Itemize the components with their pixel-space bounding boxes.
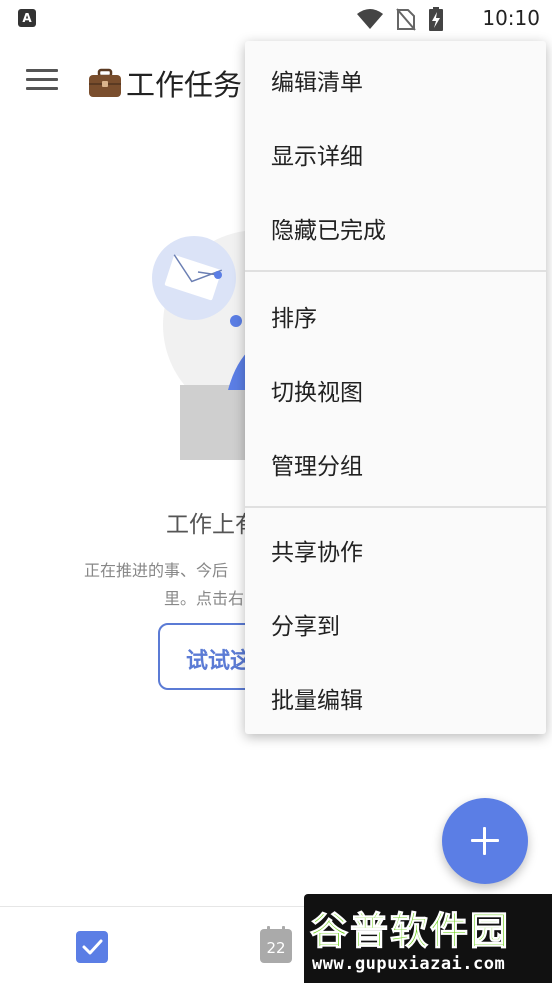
menu-divider (245, 506, 546, 508)
no-sim-icon (396, 8, 416, 31)
menu-item-show-details[interactable]: 显示详细 (245, 117, 546, 191)
watermark: 谷普软件园 www.gupuxiazai.com (304, 894, 552, 983)
menu-item-batch-edit[interactable]: 批量编辑 (245, 661, 546, 735)
menu-item-label: 显示详细 (271, 144, 363, 170)
watermark-url: www.gupuxiazai.com (312, 954, 506, 974)
menu-item-sort[interactable]: 排序 (245, 279, 546, 353)
plus-icon (471, 827, 499, 855)
app-notification-icon: A (18, 9, 36, 27)
empty-desc-line2: 里。点击右 (164, 589, 245, 608)
status-time: 10:10 (482, 6, 540, 30)
menu-item-label: 切换视图 (271, 380, 363, 406)
status-icons (356, 7, 444, 31)
menu-item-label: 隐藏已完成 (271, 218, 386, 244)
watermark-name: 谷普软件园 (309, 909, 511, 954)
menu-divider (245, 270, 546, 272)
overflow-menu: 编辑清单 显示详细 隐藏已完成 排序 切换视图 管理分组 共享协作 分享到 批量… (245, 41, 546, 734)
battery-charging-icon (429, 7, 443, 31)
menu-item-hide-completed[interactable]: 隐藏已完成 (245, 191, 546, 265)
empty-desc-line1: 正在推进的事、今后 (84, 561, 229, 580)
menu-item-label: 分享到 (271, 614, 340, 640)
menu-item-share-to[interactable]: 分享到 (245, 587, 546, 661)
menu-item-label: 管理分组 (271, 454, 363, 480)
menu-item-share-collaborate[interactable]: 共享协作 (245, 513, 546, 587)
empty-state-description: 正在推进的事、今后 里。点击右 (84, 557, 254, 613)
menu-item-label: 编辑清单 (271, 70, 363, 96)
menu-item-label: 批量编辑 (271, 688, 363, 714)
list-title: 工作任务 (88, 62, 242, 104)
try-it-label: 试试这 (186, 649, 253, 674)
wifi-icon (357, 9, 383, 29)
page-title: 工作任务 (126, 68, 243, 102)
menu-item-switch-view[interactable]: 切换视图 (245, 353, 546, 427)
checkbox-icon (82, 939, 103, 955)
menu-item-label: 共享协作 (271, 540, 363, 566)
menu-item-label: 排序 (271, 306, 317, 332)
nav-calendar-tab[interactable]: 22 (260, 926, 292, 963)
briefcase-icon (89, 68, 121, 97)
menu-item-edit-list[interactable]: 编辑清单 (245, 43, 546, 117)
hamburger-menu-icon[interactable] (26, 69, 58, 93)
menu-item-manage-groups[interactable]: 管理分组 (245, 427, 546, 501)
add-task-button[interactable] (442, 798, 528, 884)
nav-tasks-tab[interactable] (76, 931, 108, 963)
status-bar: A 10:10 (0, 0, 552, 40)
